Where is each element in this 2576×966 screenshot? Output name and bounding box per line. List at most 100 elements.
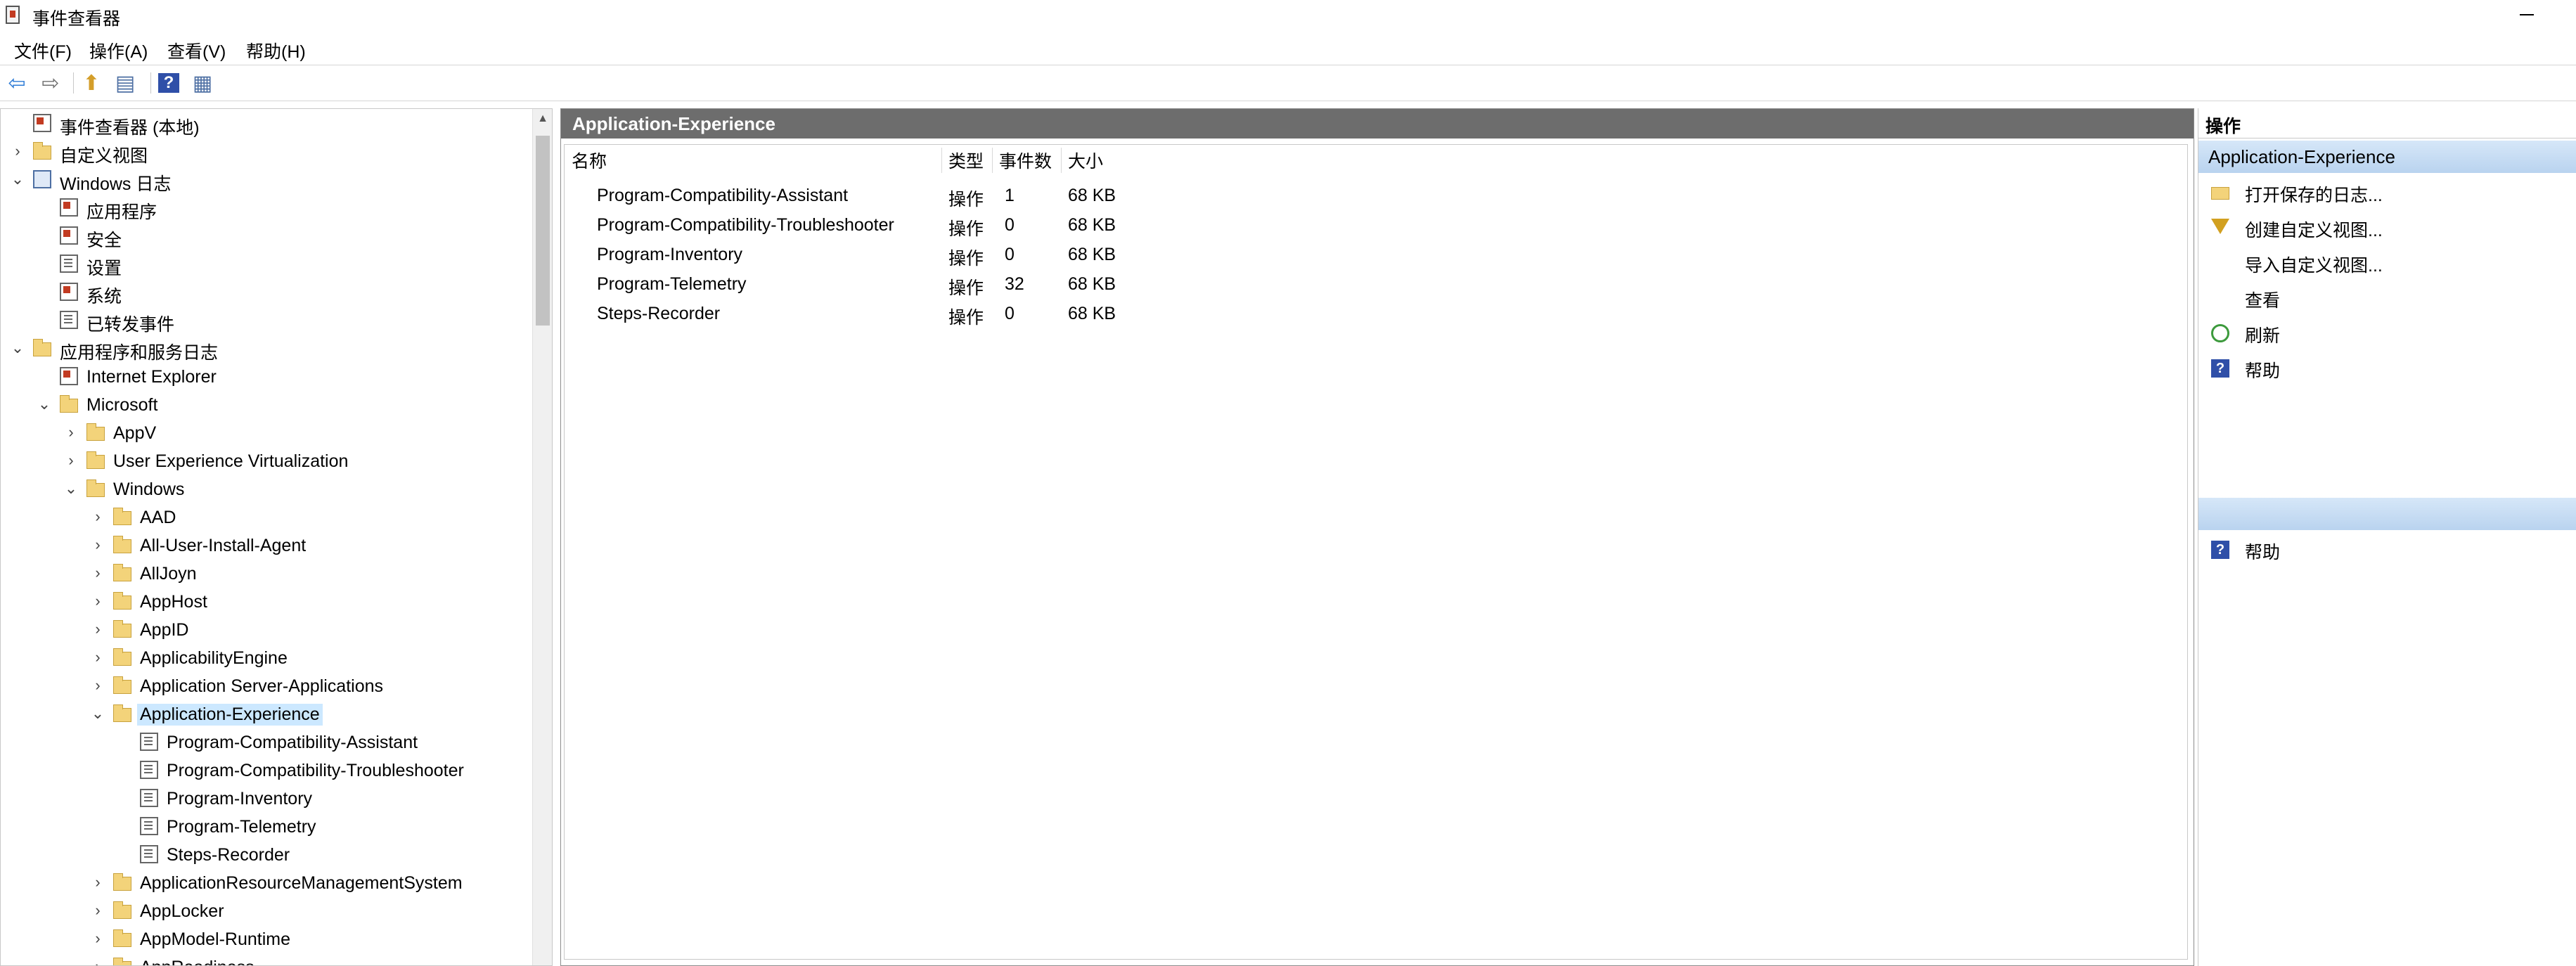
folder-icon xyxy=(113,508,131,525)
tree-item[interactable]: › AllJoyn xyxy=(1,559,535,587)
chevron-right-icon[interactable]: › xyxy=(89,874,106,891)
tree-item[interactable]: › User Experience Virtualization xyxy=(1,446,535,475)
help-icon: ? xyxy=(2211,541,2229,559)
chevron-right-icon[interactable]: › xyxy=(9,143,26,160)
tree-item[interactable]: › AppHost xyxy=(1,587,535,615)
chevron-down-icon[interactable]: ⌄ xyxy=(9,340,26,356)
tree-item[interactable]: ⌄ Application-Experience xyxy=(1,700,535,728)
column-divider[interactable] xyxy=(992,148,993,173)
chevron-right-icon[interactable]: › xyxy=(89,565,106,581)
pane-header-title: Application-Experience xyxy=(572,113,775,134)
tree-item[interactable]: ⌄ Microsoft xyxy=(1,390,535,418)
table-row[interactable]: Program-Compatibility-Troubleshooter 操作 0 6… xyxy=(565,212,2187,242)
tree-item[interactable]: › AppID xyxy=(1,615,535,643)
chevron-right-icon[interactable]: › xyxy=(89,508,106,525)
show-hide-action-pane-button[interactable]: ▦ xyxy=(190,71,215,95)
cell-name: Program-Inventory xyxy=(597,245,743,264)
chevron-down-icon[interactable]: ⌄ xyxy=(9,171,26,188)
tree-item[interactable]: 设置 xyxy=(1,250,535,278)
tree-item[interactable]: › ApplicationResourceManagementSystem xyxy=(1,868,535,896)
menu-view[interactable]: 查看(V) xyxy=(167,37,226,65)
back-arrow-button[interactable]: ⇦ xyxy=(4,71,30,95)
action-item[interactable]: 刷新 xyxy=(2198,316,2576,349)
tree-item[interactable]: ⌄ Windows xyxy=(1,475,535,503)
chevron-right-icon[interactable]: › xyxy=(89,930,106,947)
log-list-pane: Application-Experience 名称 类型 事件数 大小 Prog… xyxy=(560,108,2194,966)
chevron-right-icon[interactable]: › xyxy=(89,958,106,966)
folder-icon xyxy=(113,536,131,553)
tree-item[interactable]: Steps-Recorder xyxy=(1,840,535,868)
refresh-icon xyxy=(2211,324,2229,342)
tree-item[interactable]: › ApplicabilityEngine xyxy=(1,643,535,671)
chevron-down-icon[interactable]: ⌄ xyxy=(36,396,53,413)
chevron-right-icon[interactable]: › xyxy=(89,536,106,553)
action-item[interactable]: ? 帮助 xyxy=(2198,352,2576,384)
tree-item[interactable]: Internet Explorer xyxy=(1,362,535,390)
tree-item[interactable]: ⌄ Windows 日志 xyxy=(1,165,535,194)
table-row[interactable]: Program-Compatibility-Assistant 操作 1 68 KB xyxy=(565,183,2187,212)
folder-icon xyxy=(113,564,131,581)
chevron-down-icon[interactable]: ⌄ xyxy=(63,480,79,497)
tree-item[interactable]: › AppV xyxy=(1,418,535,446)
show-hide-tree-button[interactable]: ▤ xyxy=(112,71,138,95)
tree-item[interactable]: › All-User-Install-Agent xyxy=(1,531,535,559)
forward-arrow-button[interactable]: ⇨ xyxy=(38,71,63,95)
menu-action[interactable]: 操作(A) xyxy=(89,37,148,65)
tree-item[interactable]: Program-Compatibility-Troubleshooter xyxy=(1,756,535,784)
column-header-size[interactable]: 大小 xyxy=(1068,148,1103,173)
chevron-right-icon[interactable]: › xyxy=(89,593,106,610)
toolbar: ⇦ ⇨ ⬆ ▤? ▦ xyxy=(0,65,2576,101)
action-item[interactable]: ? 帮助 xyxy=(2198,533,2576,565)
tree-item-label: AppLocker xyxy=(140,901,224,921)
up-folder-button[interactable]: ⬆ xyxy=(79,71,104,95)
tree-item[interactable]: 安全 xyxy=(1,221,535,250)
table-row[interactable]: Program-Telemetry 操作 32 68 KB xyxy=(565,271,2187,301)
table-row[interactable]: Program-Inventory 操作 0 68 KB xyxy=(565,242,2187,271)
action-item[interactable]: 导入自定义视图... xyxy=(2198,246,2576,278)
cell-size: 68 KB xyxy=(1068,215,1116,235)
actions-section-header-2[interactable] xyxy=(2198,498,2576,530)
scrollbar-thumb[interactable] xyxy=(536,136,550,326)
action-item[interactable]: 查看 xyxy=(2198,281,2576,314)
table-row[interactable]: Steps-Recorder 操作 0 68 KB xyxy=(565,301,2187,330)
tree-item[interactable]: › AAD xyxy=(1,503,535,531)
tree-item[interactable]: › AppModel-Runtime xyxy=(1,925,535,953)
menu-help[interactable]: 帮助(H) xyxy=(246,37,306,65)
tree-item-label: AllJoyn xyxy=(140,564,197,584)
action-item[interactable]: 打开保存的日志... xyxy=(2198,176,2576,208)
tree-scrollbar[interactable]: ▲ xyxy=(532,109,552,965)
tree-item[interactable]: Program-Telemetry xyxy=(1,812,535,840)
column-header-count[interactable]: 事件数 xyxy=(999,148,1052,173)
column-header-type[interactable]: 类型 xyxy=(948,148,984,173)
tree-item[interactable]: › AppReadiness xyxy=(1,953,535,966)
scroll-up-icon[interactable]: ▲ xyxy=(537,113,548,124)
chevron-right-icon[interactable]: › xyxy=(63,424,79,441)
actions-section-header[interactable]: Application-Experience xyxy=(2198,141,2576,173)
chevron-right-icon[interactable]: › xyxy=(89,649,106,666)
tree-item[interactable]: › Application Server-Applications xyxy=(1,671,535,700)
tree-item[interactable]: ⌄ 应用程序和服务日志 xyxy=(1,334,535,363)
column-divider[interactable] xyxy=(1061,148,1062,173)
tree-item[interactable]: 应用程序 xyxy=(1,193,535,222)
tree-item[interactable]: Program-Compatibility-Assistant xyxy=(1,728,535,756)
minimize-button[interactable] xyxy=(2506,0,2548,28)
action-item[interactable]: 创建自定义视图... xyxy=(2198,211,2576,243)
help-button[interactable]: ? xyxy=(156,71,181,95)
chevron-down-icon[interactable]: ⌄ xyxy=(89,705,106,722)
folder-icon xyxy=(86,451,105,469)
cell-size: 68 KB xyxy=(1068,304,1116,323)
chevron-right-icon[interactable]: › xyxy=(89,621,106,638)
tree-item[interactable]: 事件查看器 (本地) xyxy=(1,109,535,138)
column-header-name[interactable]: 名称 xyxy=(572,148,607,173)
column-divider[interactable] xyxy=(941,148,942,173)
tree-item[interactable]: › AppLocker xyxy=(1,896,535,925)
tree-item[interactable]: 已转发事件 xyxy=(1,306,535,335)
chevron-right-icon[interactable]: › xyxy=(89,902,106,919)
chevron-right-icon[interactable]: › xyxy=(63,452,79,469)
tree-item[interactable]: Program-Inventory xyxy=(1,784,535,812)
chevron-right-icon[interactable]: › xyxy=(89,677,106,694)
log-icon xyxy=(60,198,78,217)
tree-item[interactable]: › 自定义视图 xyxy=(1,137,535,166)
menu-file[interactable]: 文件(F) xyxy=(14,37,72,65)
tree-item[interactable]: 系统 xyxy=(1,278,535,307)
